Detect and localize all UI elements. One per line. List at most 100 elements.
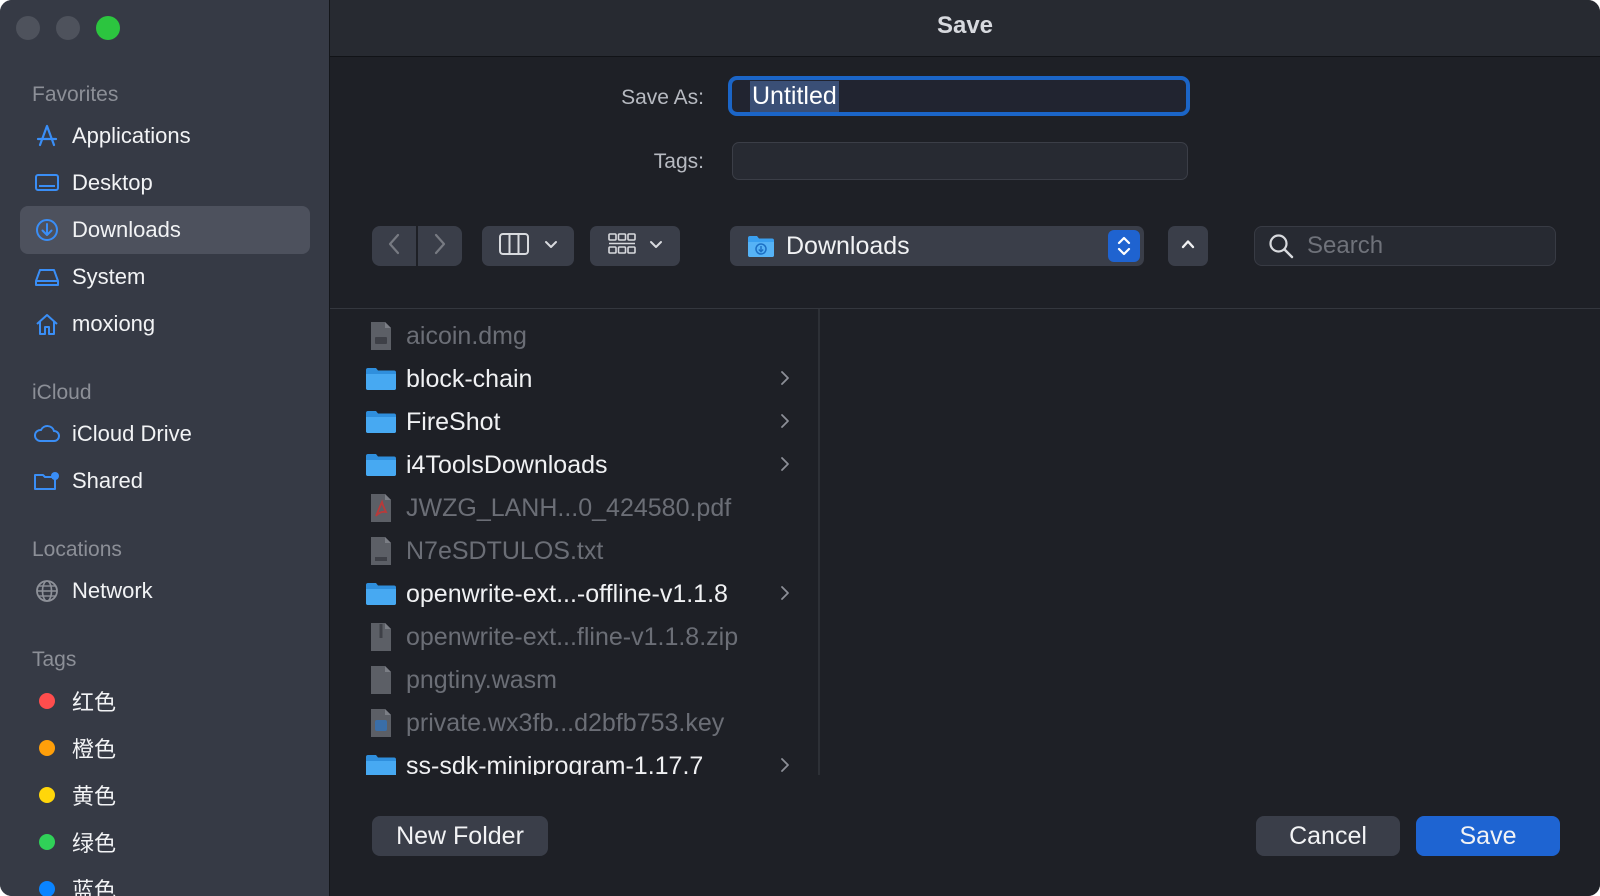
chevron-up-icon [1180, 237, 1196, 255]
sidebar-section-favorites: Favorites [32, 83, 119, 106]
group-button[interactable] [590, 226, 680, 266]
collapse-button[interactable] [1168, 226, 1208, 266]
save-as-value: Untitled [750, 80, 839, 112]
title-bar: Save [330, 0, 1600, 57]
key-file-icon [364, 706, 398, 740]
tag-color-dot [39, 740, 55, 756]
save-button[interactable]: Save [1416, 816, 1560, 856]
save-dialog: Favorites Applications Desktop Downloads… [0, 0, 1600, 896]
file-name: block-chain [406, 364, 533, 393]
cloud-icon [32, 419, 62, 449]
document-icon [364, 663, 398, 697]
grid-group-icon [607, 231, 637, 262]
minimize-window-button[interactable] [56, 16, 80, 40]
disk-image-icon [364, 319, 398, 353]
pdf-file-icon [364, 491, 398, 525]
sidebar-item-label: Shared [72, 468, 143, 493]
sidebar-section-icloud: iCloud [32, 381, 92, 404]
applications-icon [32, 121, 62, 151]
dialog-footer: New Folder Cancel Save [330, 775, 1600, 896]
sidebar-item-label: moxiong [72, 311, 156, 336]
sidebar-item-label: System [72, 264, 146, 289]
file-name: openwrite-ext...fline-v1.1.8.zip [406, 622, 739, 651]
folder-row[interactable]: FireShot [330, 400, 818, 444]
sidebar-section-tags: Tags [32, 648, 77, 671]
sidebar-item-label: iCloud Drive [72, 421, 192, 446]
sidebar-item-system[interactable]: System [20, 253, 310, 301]
sidebar-item-icloud-drive[interactable]: iCloud Drive [20, 410, 310, 458]
sidebar-tag-orange[interactable]: 橙色 [20, 724, 310, 772]
sidebar-item-label: Applications [72, 123, 191, 148]
tags-field[interactable] [732, 142, 1188, 180]
text-file-icon [364, 534, 398, 568]
chevron-right-icon [780, 369, 790, 392]
chevron-left-icon [386, 232, 402, 261]
chevron-right-icon [780, 756, 790, 775]
folder-row[interactable]: block-chain [330, 357, 818, 401]
search-input[interactable] [1305, 231, 1539, 261]
tags-label: Tags: [653, 150, 704, 173]
tag-color-dot [39, 881, 55, 896]
folder-icon [364, 577, 398, 611]
chevron-down-icon [649, 237, 663, 255]
file-name: FireShot [406, 407, 501, 436]
sidebar-item-downloads[interactable]: Downloads [20, 206, 310, 254]
cancel-button[interactable]: Cancel [1256, 816, 1400, 856]
file-row[interactable]: private.wx3fb...d2bfb753.key [330, 701, 818, 745]
chevron-right-icon [780, 455, 790, 478]
close-window-button[interactable] [16, 16, 40, 40]
sidebar-item-label: 绿色 [72, 831, 117, 856]
zip-file-icon [364, 620, 398, 654]
preview-column [820, 309, 1600, 775]
folder-row[interactable]: openwrite-ext...-offline-v1.1.8 [330, 572, 818, 616]
file-row[interactable]: N7eSDTULOS.txt [330, 529, 818, 573]
folder-icon [364, 362, 398, 396]
file-name: openwrite-ext...-offline-v1.1.8 [406, 579, 728, 608]
sidebar-item-applications[interactable]: Applications [20, 112, 310, 160]
sidebar-item-label: Network [72, 578, 153, 603]
columns-view-icon [498, 232, 530, 261]
zoom-window-button[interactable] [96, 16, 120, 40]
chevron-right-icon [780, 584, 790, 607]
sidebar-item-label: Desktop [72, 170, 153, 195]
sidebar-tag-green[interactable]: 绿色 [20, 818, 310, 866]
sidebar-item-shared[interactable]: Shared [20, 457, 310, 505]
folder-row[interactable]: ss-sdk-miniprogram-1.17.7 [330, 744, 818, 776]
sidebar-item-label: 蓝色 [72, 878, 117, 896]
file-row[interactable]: pngtiny.wasm [330, 658, 818, 702]
tag-color-dot [39, 787, 55, 803]
location-stepper[interactable] [1108, 230, 1140, 262]
sidebar-tag-blue[interactable]: 蓝色 [20, 865, 310, 896]
sidebar-item-desktop[interactable]: Desktop [20, 159, 310, 207]
sidebar-item-label: 红色 [72, 690, 117, 715]
file-name: ss-sdk-miniprogram-1.17.7 [406, 751, 704, 776]
sidebar-item-moxiong[interactable]: moxiong [20, 300, 310, 348]
sidebar-tag-yellow[interactable]: 黄色 [20, 771, 310, 819]
back-button[interactable] [372, 226, 416, 266]
save-as-field[interactable]: Untitled [728, 76, 1190, 116]
forward-button[interactable] [418, 226, 462, 266]
location-popup[interactable]: Downloads [730, 226, 1144, 266]
folder-row[interactable]: i4ToolsDownloads [330, 443, 818, 487]
new-folder-button[interactable]: New Folder [372, 816, 548, 856]
sidebar-item-network[interactable]: Network [20, 567, 310, 615]
main-panel: Save Save As: Untitled Tags: Downloads S… [330, 0, 1600, 896]
tag-color-dot [39, 834, 55, 850]
chevron-down-icon [544, 237, 558, 255]
view-mode-button[interactable] [482, 226, 574, 266]
sidebar-item-label: 黄色 [72, 784, 117, 809]
tag-color-dot [39, 693, 55, 709]
sidebar-item-label: 橙色 [72, 737, 117, 762]
search-field[interactable] [1254, 226, 1556, 266]
file-name: aicoin.dmg [406, 321, 527, 350]
sidebar-tag-red[interactable]: 红色 [20, 677, 310, 725]
file-row[interactable]: aicoin.dmg [330, 314, 818, 358]
shared-folder-icon [32, 466, 62, 496]
file-column[interactable]: aicoin.dmg block-chain FireShot i4ToolsD… [330, 309, 820, 775]
folder-icon [364, 749, 398, 775]
folder-icon [364, 448, 398, 482]
file-row[interactable]: JWZG_LANH...0_424580.pdf [330, 486, 818, 530]
sidebar-item-label: Downloads [72, 217, 181, 242]
file-row[interactable]: openwrite-ext...fline-v1.1.8.zip [330, 615, 818, 659]
desktop-icon [32, 168, 62, 198]
